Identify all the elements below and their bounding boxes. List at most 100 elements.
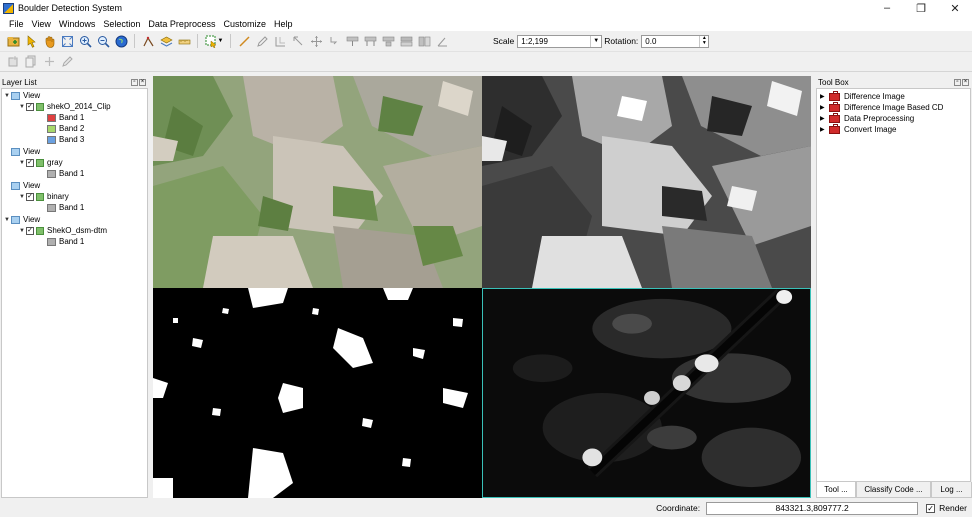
menu-file[interactable]: File xyxy=(5,19,28,29)
caret-down-icon[interactable]: ▼ xyxy=(19,160,26,166)
tree-layer-node[interactable]: ▼ ✓ ShekO_dsm-dtm xyxy=(19,225,107,236)
zoom-in-icon[interactable] xyxy=(77,33,93,49)
clip-icon[interactable] xyxy=(416,33,432,49)
tab-tool[interactable]: Tool ... xyxy=(816,482,856,498)
layers-icon[interactable] xyxy=(158,33,174,49)
draw-line-icon[interactable] xyxy=(236,33,252,49)
raster-layer-icon xyxy=(36,226,44,235)
scale-combo[interactable]: 1:2,199 ▼ xyxy=(517,34,603,48)
render-checkbox[interactable]: ✓ xyxy=(926,503,936,513)
close-panel-icon[interactable]: × xyxy=(962,78,969,86)
map-canvas-area xyxy=(153,76,811,498)
select-arrow-icon[interactable] xyxy=(23,33,39,49)
caret-down-icon[interactable]: ▼ xyxy=(4,93,11,99)
layer-checkbox[interactable]: ✓ xyxy=(26,102,34,111)
menu-view[interactable]: View xyxy=(28,19,55,29)
close-panel-icon[interactable]: × xyxy=(139,78,146,86)
band-name: Band 2 xyxy=(59,124,85,133)
caret-right-icon[interactable]: ▶ xyxy=(820,93,829,100)
tree-view-node[interactable]: View xyxy=(11,180,40,191)
render-label: Render xyxy=(939,503,967,513)
map-view-binary[interactable] xyxy=(153,288,482,498)
view-icon xyxy=(11,91,20,100)
band-color-swatch xyxy=(47,169,56,178)
measure-icon[interactable] xyxy=(140,33,156,49)
plus-icon[interactable] xyxy=(41,54,57,70)
angle-icon[interactable] xyxy=(434,33,450,49)
intersect-icon[interactable] xyxy=(398,33,414,49)
caret-down-icon[interactable]: ▼ xyxy=(19,228,26,234)
pencil-icon[interactable] xyxy=(59,54,75,70)
map-view-gray[interactable] xyxy=(482,76,811,288)
layer-checkbox[interactable]: ✓ xyxy=(26,226,34,235)
caret-down-icon[interactable]: ▼ xyxy=(4,217,11,223)
caret-right-icon[interactable]: ▶ xyxy=(820,104,829,111)
spin-buttons[interactable]: ▲ ▼ xyxy=(699,35,708,47)
toolbox-item[interactable]: ▶ Data Preprocessing xyxy=(820,112,914,124)
caret-down-icon[interactable]: ▼ xyxy=(19,194,26,200)
close-button[interactable]: ✕ xyxy=(938,0,972,16)
tree-band-node[interactable]: Band 1 xyxy=(47,112,84,123)
map-view-dsm-dtm[interactable] xyxy=(482,288,811,498)
spin-down-icon[interactable]: ▼ xyxy=(700,40,708,46)
band-name: Band 1 xyxy=(59,237,85,246)
caret-down-icon[interactable]: ▼ xyxy=(19,104,26,110)
toolbar-separator xyxy=(197,34,198,48)
layer-checkbox[interactable]: ✓ xyxy=(26,158,34,167)
zoom-extent-icon[interactable] xyxy=(59,33,75,49)
caret-right-icon[interactable]: ▶ xyxy=(820,115,829,122)
tree-layer-node[interactable]: ▼ ✓ gray xyxy=(19,157,63,168)
union-icon[interactable] xyxy=(380,33,396,49)
tree-band-node[interactable]: Band 3 xyxy=(47,134,84,145)
node-icon[interactable] xyxy=(272,33,288,49)
tab-classify-code[interactable]: Classify Code ... xyxy=(856,482,931,498)
float-panel-icon[interactable]: ▫ xyxy=(131,78,138,86)
menu-windows[interactable]: Windows xyxy=(55,19,100,29)
ruler-icon[interactable] xyxy=(176,33,192,49)
add-layer-icon[interactable] xyxy=(5,33,21,49)
toolbox-icon xyxy=(829,123,840,134)
toolbox-item[interactable]: ▶ Difference Image Based CD xyxy=(820,101,943,113)
zoom-out-icon[interactable] xyxy=(95,33,111,49)
toolbox-item[interactable]: ▶ Convert Image xyxy=(820,123,897,135)
rotation-spinbox[interactable]: 0.0 ▲ ▼ xyxy=(641,34,710,48)
tree-layer-node[interactable]: ▼ ✓ shekO_2014_Clip xyxy=(19,101,111,112)
tree-band-node[interactable]: Band 2 xyxy=(47,123,84,134)
merge-icon[interactable] xyxy=(362,33,378,49)
tree-view-node[interactable]: ▼ View xyxy=(4,90,40,101)
minimize-button[interactable]: – xyxy=(870,0,904,16)
toolbox-icon xyxy=(829,101,840,112)
tree-band-node[interactable]: Band 1 xyxy=(47,202,84,213)
tree-view-node[interactable]: ▼ View xyxy=(4,214,40,225)
toolbox-item[interactable]: ▶ Difference Image xyxy=(820,90,905,102)
rotate-icon[interactable] xyxy=(326,33,342,49)
caret-right-icon[interactable]: ▶ xyxy=(820,126,829,133)
layer-copy-icon[interactable] xyxy=(23,54,39,70)
tab-log[interactable]: Log ... xyxy=(931,482,972,498)
menu-customize[interactable]: Customize xyxy=(219,19,270,29)
layer-add-icon[interactable] xyxy=(5,54,21,70)
chevron-down-icon[interactable]: ▼ xyxy=(590,35,601,47)
tree-band-node[interactable]: Band 1 xyxy=(47,168,84,179)
tree-view-node[interactable]: View xyxy=(11,146,40,157)
tree-band-node[interactable]: Band 1 xyxy=(47,236,84,247)
pan-hand-icon[interactable] xyxy=(41,33,57,49)
menu-data-preprocess[interactable]: Data Preprocess xyxy=(144,19,219,29)
tree-layer-node[interactable]: ▼ ✓ binary xyxy=(19,191,69,202)
globe-icon[interactable] xyxy=(113,33,129,49)
restore-button[interactable]: ❐ xyxy=(904,0,938,16)
coordinate-field[interactable]: 843321.3,809777.2 xyxy=(706,501,919,515)
menu-help[interactable]: Help xyxy=(270,19,297,29)
edit-icon[interactable] xyxy=(254,33,270,49)
select-features-icon[interactable]: ▼ xyxy=(203,33,225,49)
split-icon[interactable] xyxy=(344,33,360,49)
secondary-toolbar xyxy=(0,52,972,72)
map-view-true-color[interactable] xyxy=(153,76,482,288)
float-panel-icon[interactable]: ▫ xyxy=(954,78,961,86)
toolbox-item-label: Convert Image xyxy=(844,125,897,134)
layer-checkbox[interactable]: ✓ xyxy=(26,192,34,201)
vertex-icon[interactable] xyxy=(290,33,306,49)
move-icon[interactable] xyxy=(308,33,324,49)
toolbox-header: Tool Box ▫ × xyxy=(816,76,972,88)
menu-selection[interactable]: Selection xyxy=(99,19,144,29)
